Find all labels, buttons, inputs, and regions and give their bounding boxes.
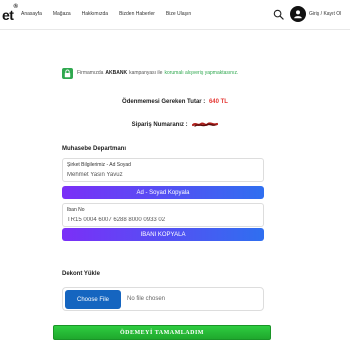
order-label: Sipariş Numaranız : (131, 122, 188, 129)
company-name-input[interactable] (67, 172, 257, 178)
notice-secure: korumalı alışveriş yapmaktasınız. (164, 70, 239, 76)
amount-label: Ödenmemesi Gereken Tutar : (122, 99, 206, 105)
user-icon[interactable] (290, 6, 306, 22)
nav-about[interactable]: Hakkımızda (82, 11, 108, 17)
amount-value: 640 TL (208, 99, 228, 105)
iban-input[interactable] (67, 217, 257, 223)
nav-news[interactable]: Bizden Haberler (119, 11, 155, 17)
receipt-upload: Choose File No file chosen (62, 287, 264, 311)
site-header: et® Anasayfa Mağaza Hakkımızda Bizden Ha… (0, 0, 350, 30)
nav-home[interactable]: Anasayfa (21, 11, 42, 17)
copy-iban-button[interactable]: IBANI KOPYALA (62, 228, 264, 241)
payment-amount: Ödenmemesi Gereken Tutar : 640 TL (0, 99, 350, 105)
iban-label: Iban No (67, 207, 85, 213)
notice-bank: AKBANK (105, 70, 128, 76)
main-nav: Anasayfa Mağaza Hakkımızda Bizden Haberl… (21, 11, 191, 17)
notice-middle: kampanyası ile (129, 70, 163, 76)
nav-store[interactable]: Mağaza (53, 11, 71, 17)
file-status: No file chosen (127, 296, 166, 302)
lock-icon (62, 67, 73, 79)
upload-title: Dekont Yükle (62, 271, 100, 277)
copy-name-button[interactable]: Ad - Soyad Kopyala (62, 186, 264, 199)
notice-prefix: Firmamızda (77, 70, 104, 76)
accounting-title: Muhasebe Departmanı (62, 146, 127, 152)
order-number: Sipariş Numaranız : (0, 121, 350, 128)
site-logo[interactable]: et® (2, 4, 18, 23)
complete-payment-button[interactable]: ÖDEMEYİ TAMAMLADIM (53, 325, 271, 340)
choose-file-button[interactable]: Choose File (65, 290, 121, 309)
secure-payment-notice: Firmamızda AKBANK kampanyası ile korumal… (62, 67, 282, 79)
iban-field: Iban No (62, 203, 264, 227)
redacted-order-number (192, 122, 219, 127)
company-name-label: Şirket Bilgilerimiz - Ad Soyad (67, 162, 131, 168)
nav-contact[interactable]: Bize Ulaşın (166, 11, 191, 17)
login-register-link[interactable]: Giriş / Kayıt Ol (309, 11, 341, 17)
search-icon[interactable] (273, 9, 284, 20)
company-name-field: Şirket Bilgilerimiz - Ad Soyad (62, 158, 264, 182)
